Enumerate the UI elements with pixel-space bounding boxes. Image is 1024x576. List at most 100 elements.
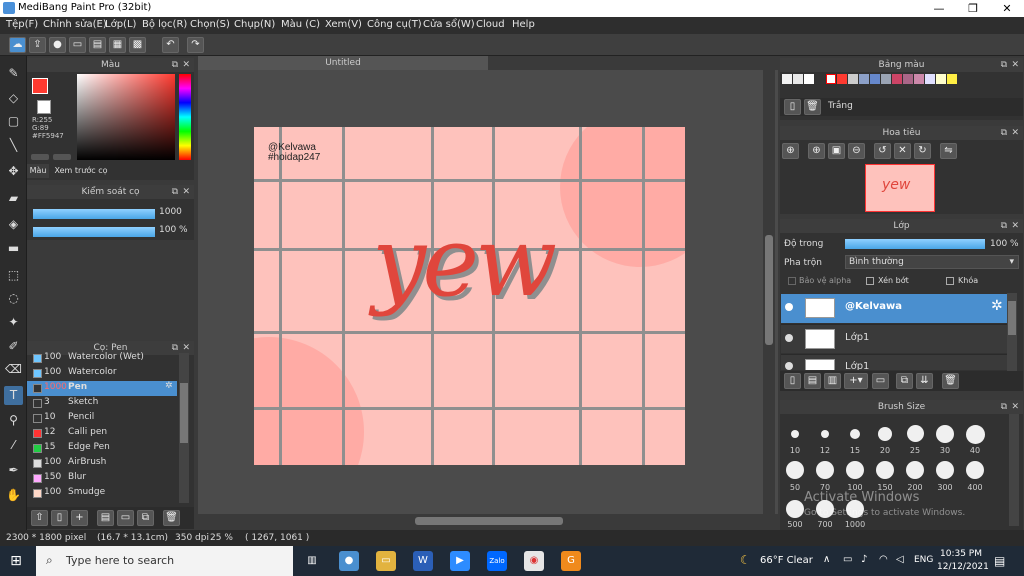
- brush-item[interactable]: 10 Pencil: [27, 411, 177, 426]
- flip-icon[interactable]: ⇋: [940, 143, 957, 159]
- layer-scrollbar[interactable]: [1007, 293, 1017, 371]
- brush-size-preset[interactable]: [936, 425, 954, 443]
- chat-icon[interactable]: ▭: [69, 37, 86, 53]
- brush-size-preset[interactable]: [907, 425, 924, 442]
- palette-swatch[interactable]: [870, 74, 880, 84]
- menu-tools[interactable]: Công cụ(T): [367, 19, 422, 30]
- hand-tool-icon[interactable]: ✋: [4, 486, 23, 505]
- comment-icon[interactable]: ●: [49, 37, 66, 53]
- brush-item[interactable]: 12 Calli pen: [27, 426, 177, 441]
- palette-swatch[interactable]: [914, 74, 924, 84]
- primary-color-swatch[interactable]: [32, 78, 48, 94]
- close-panel-icon[interactable]: ✕: [182, 185, 190, 199]
- horizontal-scrollbar[interactable]: [198, 515, 763, 527]
- zoom-app-icon[interactable]: ▶: [450, 551, 470, 571]
- network-icon[interactable]: ▭: [843, 554, 852, 565]
- palette-swatch[interactable]: [804, 74, 814, 84]
- fill-tool-icon[interactable]: ▰: [4, 189, 23, 208]
- layer-opacity-slider[interactable]: [845, 239, 985, 249]
- merge-down-icon[interactable]: ⇊: [916, 373, 933, 389]
- layer-row-selected[interactable]: @Kelvawa ✲: [781, 294, 1007, 323]
- secondary-color-swatch[interactable]: [37, 100, 51, 114]
- move-tool-icon[interactable]: ✥: [4, 162, 23, 181]
- brush-upload-icon[interactable]: ⇧: [31, 510, 48, 526]
- tab-color[interactable]: Màu: [27, 164, 49, 178]
- add-brush-icon[interactable]: +: [71, 510, 88, 526]
- close-panel-icon[interactable]: ✕: [182, 58, 190, 72]
- vertical-scrollbar[interactable]: [763, 70, 775, 514]
- undo-icon[interactable]: ↶: [162, 37, 179, 53]
- brush-size-preset[interactable]: [966, 425, 985, 444]
- palette-swatch[interactable]: [892, 74, 902, 84]
- palette-swatch[interactable]: [848, 74, 858, 84]
- new-palette-icon[interactable]: ▯: [784, 99, 801, 115]
- menu-cloud[interactable]: Cloud: [476, 19, 505, 30]
- zalo-app-icon[interactable]: Zalo: [487, 551, 507, 571]
- folder-icon[interactable]: ▭: [872, 373, 889, 389]
- brush-size-preset[interactable]: [791, 430, 799, 438]
- gear-icon[interactable]: ✲: [991, 298, 1003, 314]
- close-panel-icon[interactable]: ✕: [1011, 400, 1019, 414]
- brush-list-scrollbar[interactable]: [179, 353, 189, 503]
- maximize-button[interactable]: ❐: [956, 0, 990, 17]
- new-8bit-layer-icon[interactable]: ▥: [824, 373, 841, 389]
- close-panel-icon[interactable]: ✕: [1011, 219, 1019, 233]
- wifi-icon[interactable]: ◠: [879, 554, 888, 565]
- fit-icon[interactable]: ▣: [828, 143, 845, 159]
- brush-item[interactable]: 100 Watercolor (Wet): [27, 351, 177, 366]
- menu-color[interactable]: Màu (C): [281, 19, 320, 30]
- reset-view-icon[interactable]: ✕: [894, 143, 911, 159]
- brush-size-preset[interactable]: [821, 430, 829, 438]
- line-tool-icon[interactable]: ╲: [4, 136, 23, 155]
- layer-row[interactable]: Lớp1: [781, 324, 1007, 353]
- folder-icon[interactable]: ▭: [117, 510, 134, 526]
- menu-select[interactable]: Chọn(S): [190, 19, 230, 30]
- brush-size-preset[interactable]: [906, 461, 924, 479]
- protect-alpha-checkbox[interactable]: [788, 277, 796, 285]
- close-panel-icon[interactable]: ✕: [1011, 58, 1019, 72]
- close-button[interactable]: ✕: [990, 0, 1024, 17]
- share-icon[interactable]: ⇪: [29, 37, 46, 53]
- gear-icon[interactable]: ✲: [165, 381, 173, 391]
- zoom-in-icon[interactable]: ⊕: [782, 143, 799, 159]
- layout-icon[interactable]: ▦: [109, 37, 126, 53]
- eye-icon[interactable]: [785, 303, 793, 311]
- menu-filter[interactable]: Bộ lọc(R): [142, 19, 187, 30]
- brush-size-preset[interactable]: [876, 461, 894, 479]
- brush-size-preset[interactable]: [786, 461, 804, 479]
- palette-swatch[interactable]: [881, 74, 891, 84]
- brush-item[interactable]: 100 Watercolor: [27, 366, 177, 381]
- trash-icon[interactable]: 🗑: [942, 373, 959, 389]
- brush-item[interactable]: 150 Blur: [27, 471, 177, 486]
- magic-wand-tool-icon[interactable]: ✦: [4, 313, 23, 332]
- palette-swatch[interactable]: [815, 74, 825, 84]
- brush-size-preset[interactable]: [878, 427, 892, 441]
- task-view-icon[interactable]: ▥: [302, 551, 322, 571]
- brush-size-preset[interactable]: [936, 461, 954, 479]
- brush-size-preset[interactable]: [966, 461, 984, 479]
- undock-icon[interactable]: ⧉: [172, 185, 178, 199]
- menu-window[interactable]: Cửa sổ(W): [423, 19, 475, 30]
- duplicate-icon[interactable]: ⧉: [896, 373, 913, 389]
- document-tab[interactable]: Untitled: [198, 56, 488, 70]
- duplicate-icon[interactable]: ⧉: [137, 510, 154, 526]
- new-layer-icon[interactable]: ▯: [784, 373, 801, 389]
- palette-swatch[interactable]: [859, 74, 869, 84]
- file-explorer-icon[interactable]: ▭: [376, 551, 396, 571]
- swap-color-button[interactable]: [53, 154, 71, 160]
- rectangle-tool-icon[interactable]: ▢: [4, 112, 23, 131]
- grid-icon[interactable]: ▩: [129, 37, 146, 53]
- pen-tool-icon[interactable]: ✒: [4, 461, 23, 480]
- bucket-tool-icon[interactable]: ◈: [4, 215, 23, 234]
- rotate-right-icon[interactable]: ↻: [914, 143, 931, 159]
- brush-size-preset[interactable]: [850, 429, 860, 439]
- taskbar-search-box[interactable]: ⌕ Type here to search: [36, 546, 293, 576]
- brush-size-preset[interactable]: [786, 500, 804, 518]
- language-indicator[interactable]: ENG: [914, 555, 933, 565]
- palette-swatch[interactable]: [793, 74, 803, 84]
- eye-icon[interactable]: [785, 334, 793, 342]
- clipping-checkbox[interactable]: [866, 277, 874, 285]
- menu-help[interactable]: Help: [512, 19, 535, 30]
- lock-checkbox[interactable]: [946, 277, 954, 285]
- eraser-tool-icon[interactable]: ◇: [4, 89, 23, 108]
